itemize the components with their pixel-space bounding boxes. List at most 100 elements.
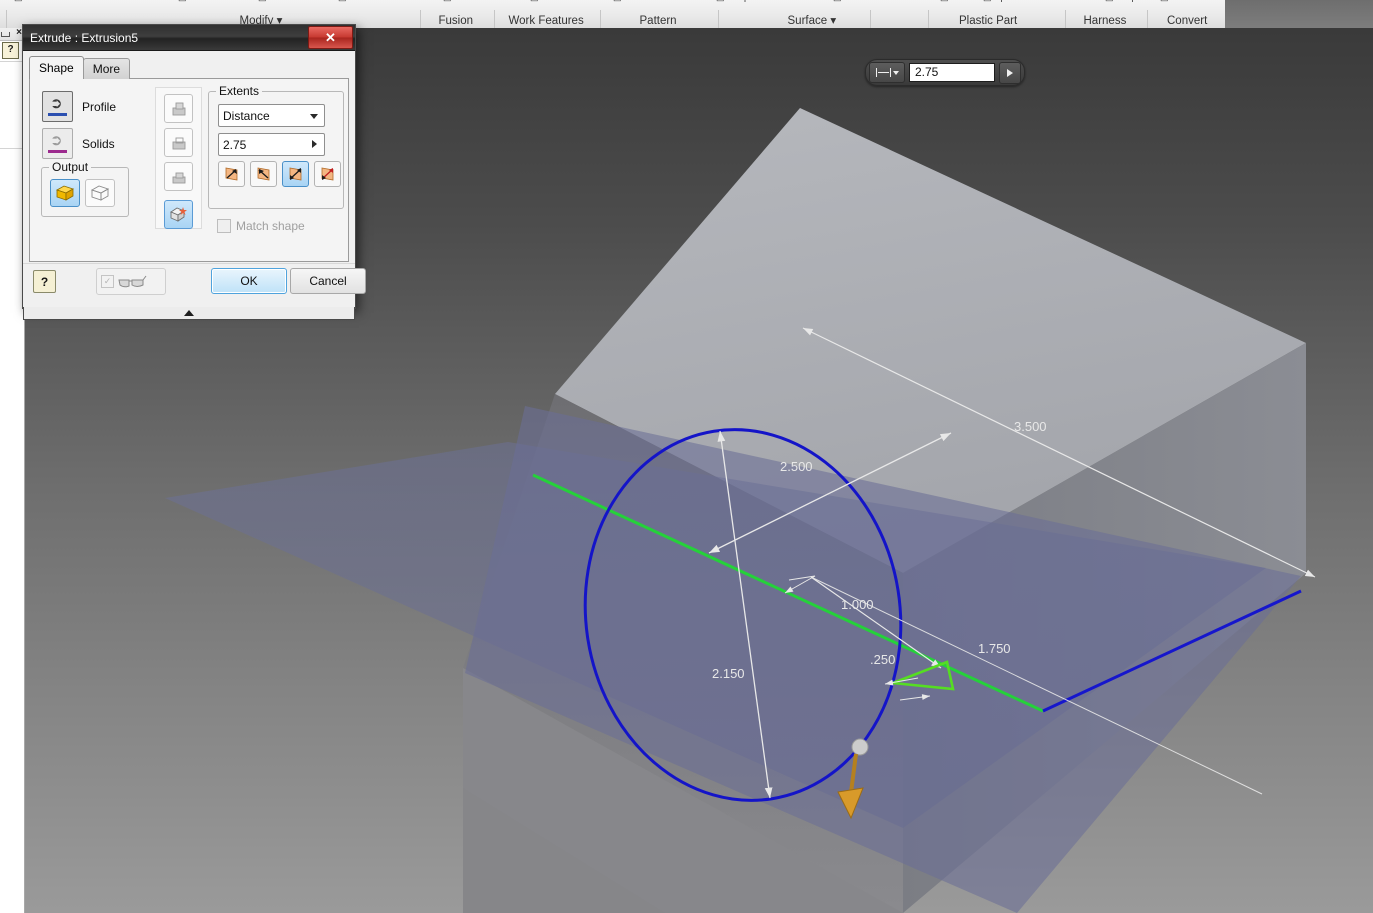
play-arrow-icon [1007, 68, 1013, 77]
tab-shape-label: Shape [39, 61, 74, 75]
cursor-arrow-icon: ➲ [50, 95, 63, 112]
dim-triangle[interactable]: .250 [870, 652, 895, 667]
cut-operation-button[interactable] [164, 128, 193, 157]
preview-checkbox[interactable]: ✓ [101, 275, 114, 288]
ribbon-panel-separator [494, 10, 495, 28]
lip-icon: ▣ [983, 0, 992, 2]
dialog-body: Shape More ➲ Profile ➲ Solids Output Ext… [23, 51, 355, 262]
glasses-icon [118, 275, 147, 287]
ribbon-panel-fusion[interactable]: Fusion [439, 15, 474, 27]
mirror-icon: ▣ [613, 0, 622, 2]
sheet-metal-icon: ▣ [1160, 0, 1169, 2]
thicken-offset-icon: ▣ [338, 0, 347, 2]
operation-group [155, 87, 202, 229]
dim-offset[interactable]: 1.000 [841, 597, 874, 612]
ribbon-command-form-icon[interactable]: ▣Form [443, 0, 475, 3]
browser-minimize-icon[interactable] [1, 32, 10, 37]
ribbon-panel-separator [718, 10, 719, 28]
ribbon-command-derive-icon[interactable]: ▣Derive [14, 0, 51, 3]
ribbon-command-delete-face-icon[interactable]: ▣Delete Face [833, 0, 892, 3]
inline-distance-input[interactable]: 2.75 [909, 63, 995, 82]
ok-button[interactable]: OK [211, 268, 287, 294]
browser-help-icon[interactable]: ? [2, 42, 19, 59]
solids-select-button[interactable]: ➲ [42, 128, 73, 159]
direction-asymmetric-button[interactable] [314, 161, 341, 187]
cancel-button[interactable]: Cancel [290, 268, 366, 294]
new-solid-icon [170, 207, 187, 222]
extents-type-value: Distance [223, 108, 270, 123]
ribbon-panel-pattern[interactable]: Pattern [640, 15, 677, 27]
tab-more[interactable]: More [82, 58, 131, 79]
dimension-type-button[interactable] [869, 62, 905, 83]
ribbon-command-label: Combine [269, 0, 305, 2]
application-window: ▣Derive▣Draft▣Combine▣Thicken/Offset▣For… [0, 0, 1373, 913]
dim-box-depth[interactable]: 1.750 [978, 641, 1011, 656]
value-flyout-arrow-icon[interactable] [312, 140, 317, 148]
dim-box-length[interactable]: 3.500 [1014, 419, 1047, 434]
ribbon-command-sheet-metal-icon[interactable]: ▣Sheet Metal [1160, 0, 1219, 3]
ribbon-command-label: Delete Face [844, 0, 893, 2]
output-group: Output [41, 160, 129, 217]
ribbon-panel-harness[interactable]: Harness [1084, 15, 1127, 27]
ribbon-panel-work-features[interactable]: Work Features [509, 15, 584, 27]
ribbon-panel-label: Pattern [639, 15, 677, 27]
cursor-arrow-icon: ➲ [50, 132, 63, 149]
direction-button-row [218, 161, 341, 187]
profile-select-button[interactable]: ➲ [42, 91, 73, 122]
form-icon: ▣ [443, 0, 452, 2]
ribbon-panel-label: Harness [1083, 15, 1127, 27]
help-button[interactable]: ? [33, 270, 56, 293]
ribbon-panel-plastic-part[interactable]: Plastic Part [959, 15, 1017, 27]
apply-value-button[interactable] [999, 61, 1021, 84]
ribbon-command-label: Draft [189, 0, 209, 2]
direction-1-button[interactable] [218, 161, 245, 187]
ribbon-command-hose-icon[interactable]: ▣Hose [940, 0, 972, 3]
dim-sketch-width[interactable]: 2.500 [780, 459, 813, 474]
new-solid-operation-button[interactable] [164, 200, 193, 229]
tab-more-label: More [92, 62, 121, 76]
ribbon-command-combine-icon[interactable]: ▣Combine [258, 0, 305, 3]
close-icon[interactable]: ✕ [308, 26, 353, 49]
ribbon-command-lip-icon[interactable]: ▣Lip [983, 0, 1006, 3]
hose-icon: ▣ [940, 0, 949, 2]
ribbon-command-mirror-icon[interactable]: ▣Mirror [613, 0, 647, 3]
intersect-operation-button[interactable] [164, 162, 193, 191]
ribbon-command-label: Form [454, 0, 475, 2]
iproperties-icon: ▣ [1105, 0, 1114, 2]
direction-2-button[interactable] [250, 161, 277, 187]
direction-asymmetric-icon [321, 167, 333, 181]
ribbon-command-iproperties-icon[interactable]: ▣iProperties [1105, 0, 1159, 3]
ribbon-panel-separator [1065, 10, 1066, 28]
ribbon-command-sculpt-icon[interactable]: ▣Sculpt [716, 0, 752, 3]
dialog-titlebar[interactable]: Extrude : Extrusion5 ✕ [23, 25, 355, 51]
preview-group[interactable]: ✓ [96, 268, 166, 295]
surface-output-button[interactable] [85, 179, 115, 207]
surface-cube-icon [91, 185, 109, 201]
extrude-dialog[interactable]: Extrude : Extrusion5 ✕ Shape More ➲ Prof… [22, 24, 366, 320]
ribbon-command-rib-icon[interactable]: ▣Rib [530, 0, 554, 3]
match-shape-checkbox[interactable] [217, 219, 231, 233]
join-operation-button[interactable] [164, 94, 193, 123]
ribbon-panel-convert[interactable]: Convert [1167, 15, 1207, 27]
extents-distance-input[interactable]: 2.75 [218, 133, 325, 156]
ribbon-command-label: iProperties [1116, 0, 1159, 2]
sculpt-icon: ▣ [716, 0, 725, 2]
inline-distance-toolbar[interactable]: 2.75 [865, 59, 1025, 86]
solid-output-button[interactable] [50, 179, 80, 207]
dim-circle-diameter[interactable]: 2.150 [712, 666, 745, 681]
ribbon-command-draft-icon[interactable]: ▣Draft [178, 0, 208, 3]
ribbon-command-thicken-offset-icon[interactable]: ▣Thicken/Offset [338, 0, 406, 3]
ribbon-panel-surface[interactable]: Surface ▾ [788, 13, 837, 27]
dialog-expand-grip[interactable] [23, 307, 355, 320]
direction-symmetric-button[interactable] [282, 161, 309, 187]
match-shape-row[interactable]: Match shape [217, 219, 305, 233]
draft-icon: ▣ [178, 0, 187, 2]
extents-type-combo[interactable]: Distance [218, 104, 325, 127]
intersect-icon [172, 172, 185, 183]
cut-icon [172, 137, 185, 149]
ribbon-panel-label: Plastic Part [959, 15, 1018, 27]
dimension-icon [875, 68, 891, 77]
tab-shape[interactable]: Shape [29, 56, 84, 79]
direction-1-icon [225, 167, 237, 181]
ribbon-panel-separator [928, 10, 929, 28]
